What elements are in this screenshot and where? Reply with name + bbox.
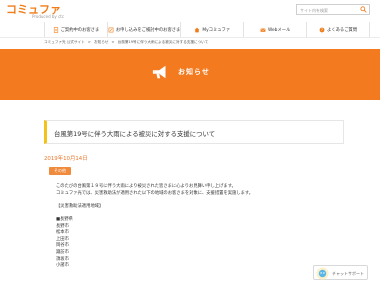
body-line: ■長野県 [56, 216, 73, 222]
global-nav: ご契約中のお客さま お申し込みをご検討中のお客さま Myコミュファ Webメール… [44, 22, 371, 37]
search-box [296, 4, 370, 15]
page-title: お知らせ [178, 68, 210, 76]
breadcrumb-current: 台風第19号に伴う大雨による被災に対する支援について [117, 40, 209, 44]
body-line: 岡谷市 [56, 243, 69, 249]
body-line: 上田市 [56, 236, 69, 242]
body-line: このたびの台風第１９号に伴う大雨により被災された皆さまに心よりお見舞い申し上げま… [56, 184, 236, 189]
mail-icon [260, 27, 266, 32]
nav-item-label: お申し込みをご検討中のお客さま [115, 27, 181, 33]
body-line: 長野市 [56, 223, 69, 229]
nav-item-label: よくあるご質問 [327, 27, 358, 33]
nav-item-label: ご契約中のお客さま [60, 27, 100, 33]
body-line: 松本市 [56, 230, 69, 236]
megaphone-icon [152, 65, 166, 79]
edit-icon [108, 27, 114, 32]
svg-text:?: ? [321, 28, 323, 32]
nav-item-label: Myコミュファ [202, 27, 231, 33]
nav-item-current-customers[interactable]: ご契約中のお客さま [44, 22, 107, 37]
article-date: 2019年10月14日 [44, 156, 88, 162]
chat-support-button[interactable]: チャットサポート [313, 265, 368, 280]
question-icon: ? [319, 27, 325, 32]
nav-item-prospective-customers[interactable]: お申し込みをご検討中のお客さま [106, 22, 181, 37]
site-header: コミュファ Produced by ctc ご契約中のお客さま お申し込みをご検… [0, 0, 380, 37]
breadcrumb: コミュファ光 公式サイト > お知らせ > 台風第19号に伴う大雨による被災に対… [44, 40, 210, 45]
body-line: 須坂市 [56, 256, 69, 262]
body-line: 小諸市 [56, 263, 69, 269]
breadcrumb-separator: > [111, 40, 115, 44]
body-gap [56, 197, 253, 204]
nav-item-webmail[interactable]: Webメール [243, 22, 306, 37]
chat-bot-icon [316, 267, 329, 280]
search-input[interactable] [300, 6, 360, 14]
breadcrumb-home[interactable]: コミュファ光 公式サイト [44, 40, 85, 44]
logo-subtext: Produced by ctc [32, 14, 65, 19]
hero-content: お知らせ [152, 64, 210, 80]
nav-item-faq[interactable]: ? よくあるご質問 [306, 22, 371, 37]
document-icon [53, 26, 58, 33]
chat-label: チャットサポート [332, 271, 364, 276]
hero-banner: お知らせ [0, 49, 380, 100]
home-icon [195, 27, 200, 32]
logo[interactable]: コミュファ Produced by ctc [6, 3, 65, 19]
article-title: 台風第19号に伴う大雨による被災に対する支援について [54, 130, 216, 138]
nav-item-label: Webメール [268, 27, 291, 33]
breadcrumb-news[interactable]: お知らせ [94, 40, 108, 44]
body-line: コミュファ光では、災害救助法が適用された以下の地域のお客さまを対象に、支援措置を… [56, 190, 254, 196]
nav-item-my-commufa[interactable]: Myコミュファ [180, 22, 243, 37]
article-body: このたびの台風第１９号に伴う大雨により被災された皆さまに心よりお見舞い申し上げま… [56, 184, 253, 270]
body-gap [56, 210, 253, 217]
search-icon[interactable] [360, 6, 367, 13]
header-divider [0, 37, 380, 38]
article-title-box: 台風第19号に伴う大雨による被災に対する支援について [44, 120, 344, 144]
body-line: 【災害救助法適用地域】 [56, 203, 104, 209]
category-badge: その他 [49, 167, 71, 175]
breadcrumb-separator: > [87, 40, 91, 44]
body-line: 諏訪市 [56, 249, 69, 255]
